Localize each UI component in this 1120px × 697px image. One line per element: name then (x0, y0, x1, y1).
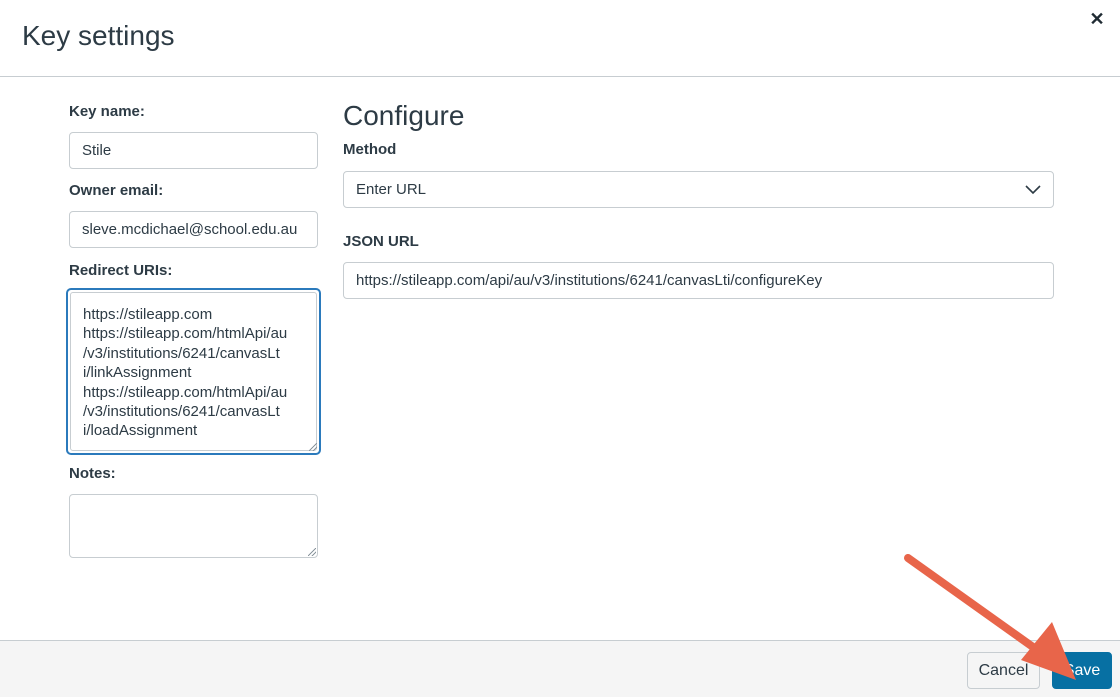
notes-textarea[interactable] (69, 494, 318, 558)
owner-email-label: Owner email: (69, 182, 164, 199)
save-button[interactable]: Save (1052, 652, 1112, 689)
close-icon[interactable]: ✕ (1086, 8, 1108, 30)
json-url-input[interactable]: https://stileapp.com/api/au/v3/instituti… (343, 262, 1054, 299)
modal-title: Key settings (22, 20, 175, 51)
redirect-uri-line: https://stileapp.com/htmlApi/au (83, 325, 288, 343)
method-label: Method (343, 141, 397, 158)
method-select[interactable]: Enter URL (343, 171, 1054, 208)
method-selected-value: Enter URL (356, 181, 427, 198)
notes-label: Notes: (69, 465, 116, 482)
key-name-input[interactable]: Stile (69, 132, 318, 169)
redirect-uri-line: https://stileapp.com/htmlApi/au (83, 383, 288, 401)
redirect-uri-line: /v3/institutions/6241/canvasLt (83, 344, 280, 362)
resize-handle-icon[interactable] (309, 443, 317, 451)
redirect-uri-line: i/loadAssignment (83, 422, 198, 440)
key-settings-modal: Key settings ✕ Key name: Stile Owner ema… (0, 0, 1120, 697)
redirect-uris-label: Redirect URIs: (69, 262, 173, 279)
resize-handle-icon[interactable] (308, 548, 316, 556)
modal-footer (0, 640, 1120, 697)
configure-heading: Configure (343, 100, 465, 131)
redirect-uris-textarea[interactable]: https://stileapp.com https://stileapp.co… (70, 292, 317, 451)
modal-header: Key settings ✕ (0, 0, 1120, 77)
redirect-uri-line: https://stileapp.com (83, 306, 213, 323)
owner-email-input[interactable]: sleve.mcdichael@school.edu.au (69, 211, 318, 248)
json-url-label: JSON URL (343, 233, 419, 250)
cancel-button[interactable]: Cancel (967, 652, 1040, 689)
chevron-down-icon (1025, 184, 1041, 195)
key-name-label: Key name: (69, 103, 145, 120)
redirect-uri-line: i/linkAssignment (83, 364, 192, 382)
redirect-uri-line: /v3/institutions/6241/canvasLt (83, 403, 280, 421)
